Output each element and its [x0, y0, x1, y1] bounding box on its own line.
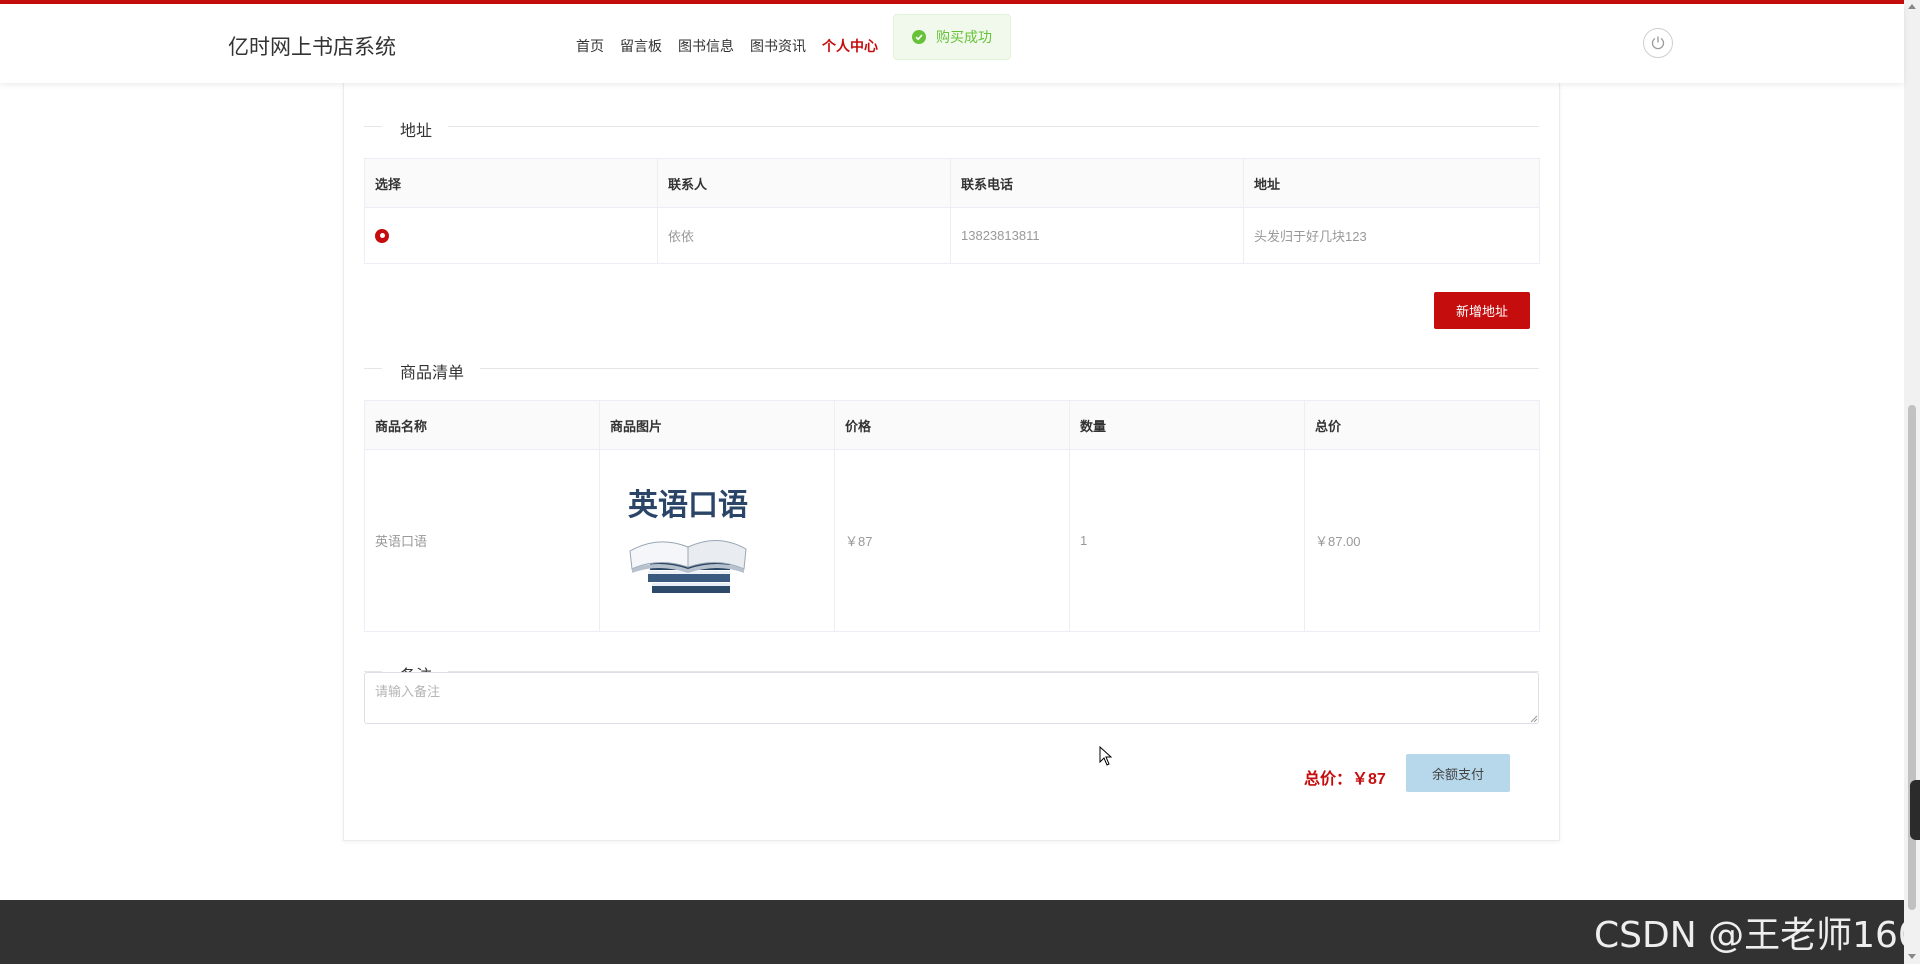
col-header: 商品名称	[364, 400, 600, 450]
product-image-cell: 英语口语	[599, 449, 835, 632]
col-header: 数量	[1069, 400, 1305, 450]
address-section-title: 地址	[382, 117, 449, 141]
table-row: 英语口语 英语口语 ￥87 1 ￥87.00	[364, 449, 1540, 632]
logout-button[interactable]	[1643, 28, 1673, 58]
col-header: 联系人	[657, 158, 951, 208]
section-divider	[364, 126, 1539, 127]
toast-message: 购买成功	[936, 29, 992, 45]
scroll-up-icon[interactable]	[1908, 4, 1916, 9]
nav-book-info[interactable]: 图书信息	[678, 36, 734, 56]
add-address-button[interactable]: 新增地址	[1434, 292, 1530, 329]
quantity-cell: 1	[1069, 449, 1305, 632]
product-name-cell: 英语口语	[364, 449, 600, 632]
nav-user-center[interactable]: 个人中心	[822, 36, 878, 56]
note-input[interactable]	[364, 672, 1539, 724]
col-header: 选择	[364, 158, 658, 208]
goods-section-title: 商品清单	[382, 359, 481, 383]
address-radio[interactable]	[375, 228, 389, 243]
total-cell: ￥87.00	[1304, 449, 1540, 632]
col-header: 商品图片	[599, 400, 835, 450]
resize-grip-icon[interactable]	[1530, 715, 1538, 723]
table-row: 依依 13823813811 头发归于好几块123	[364, 207, 1540, 264]
watermark: CSDN @王老师160	[1594, 915, 1920, 956]
goods-table: 商品名称 商品图片 价格 数量 总价 英语口语 英语口语 ￥87 1 ￥87.0…	[364, 400, 1540, 632]
section-divider	[364, 368, 1539, 369]
balance-pay-button[interactable]: 余额支付	[1406, 754, 1510, 792]
phone-cell: 13823813811	[950, 207, 1244, 264]
contact-cell: 依依	[657, 207, 951, 264]
success-toast: 购买成功	[893, 14, 1011, 60]
book-cover-image: 英语口语	[628, 488, 748, 593]
side-widget-handle[interactable]	[1910, 780, 1920, 840]
scroll-down-icon[interactable]	[1908, 954, 1916, 959]
check-circle-icon	[912, 30, 926, 44]
address-cell: 头发归于好几块123	[1243, 207, 1540, 264]
price-cell: ￥87	[834, 449, 1070, 632]
col-header: 总价	[1304, 400, 1540, 450]
address-table: 选择 联系人 联系电话 地址 依依 13823813811 头发归于好几块123	[364, 158, 1540, 264]
address-select-cell[interactable]	[364, 207, 658, 264]
svg-text:英语口语: 英语口语	[628, 488, 748, 523]
main-nav: 首页 留言板 图书信息 图书资讯 个人中心	[576, 36, 894, 56]
col-header: 价格	[834, 400, 1070, 450]
mouse-cursor-icon	[1099, 746, 1113, 766]
site-title: 亿时网上书店系统	[228, 36, 396, 59]
address-table-header: 选择 联系人 联系电话 地址	[364, 158, 1540, 208]
nav-message-board[interactable]: 留言板	[620, 36, 662, 56]
goods-table-header: 商品名称 商品图片 价格 数量 总价	[364, 400, 1540, 450]
order-card: 地址 选择 联系人 联系电话 地址 依依 13823813811 头发归于好几块…	[343, 83, 1560, 841]
col-header: 地址	[1243, 158, 1540, 208]
nav-book-news[interactable]: 图书资讯	[750, 36, 806, 56]
col-header: 联系电话	[950, 158, 1244, 208]
power-icon	[1651, 36, 1665, 50]
nav-home[interactable]: 首页	[576, 36, 604, 56]
order-total: 总价：￥87	[1304, 771, 1386, 788]
